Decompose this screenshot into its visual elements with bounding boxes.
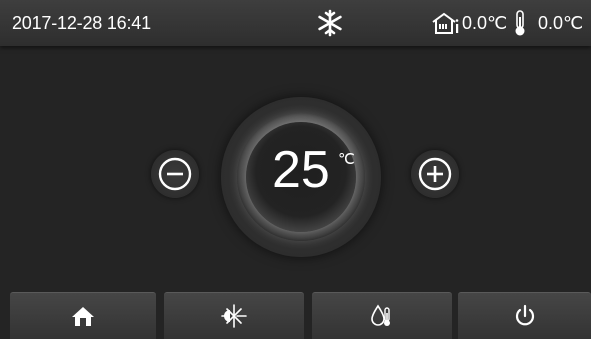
mode-cool-heat-icon — [221, 304, 247, 328]
status-bar: 2017-12-28 16:41 0.0℃ 0.0℃ — [0, 0, 591, 46]
home-tab[interactable] — [10, 292, 156, 339]
plus-icon — [418, 157, 452, 191]
thermometer-icon — [512, 9, 528, 37]
water-temperature-tab[interactable] — [312, 292, 452, 339]
snowflake-icon — [316, 9, 344, 37]
increase-temperature-button[interactable] — [411, 150, 459, 198]
water-temperature: 0.0℃ — [538, 13, 584, 33]
setpoint-unit: ℃ — [338, 151, 355, 168]
minus-icon — [158, 157, 192, 191]
decrease-temperature-button[interactable] — [151, 150, 199, 198]
house-sensor-icon — [430, 10, 460, 36]
power-tab[interactable] — [458, 292, 591, 339]
date-time: 2017-12-28 16:41 — [12, 13, 151, 33]
setpoint-temperature: 25 — [272, 141, 330, 199]
outdoor-temperature: 0.0℃ — [462, 13, 508, 33]
mode-tab[interactable] — [164, 292, 304, 339]
power-icon — [515, 304, 534, 326]
water-thermometer-icon — [371, 304, 390, 326]
home-icon — [72, 307, 94, 326]
